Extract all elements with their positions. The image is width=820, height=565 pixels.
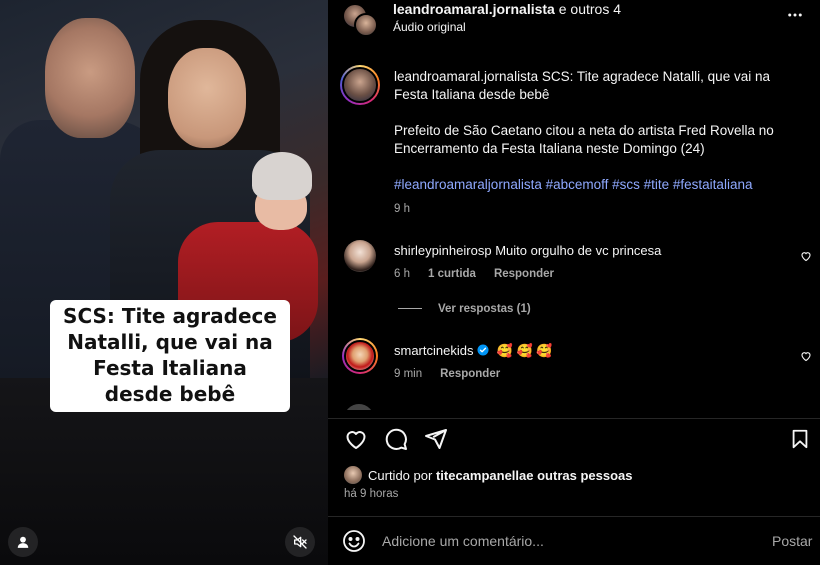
comment-username[interactable]: smartcinekids <box>394 343 473 358</box>
heart-icon[interactable] <box>344 427 368 451</box>
comment-time: 9 min <box>394 368 423 380</box>
reply-button[interactable]: Responder <box>494 268 554 280</box>
save-bookmark-icon[interactable] <box>789 427 811 451</box>
view-replies-label[interactable]: Ver respostas (1) <box>438 303 531 315</box>
speaker-muted-icon <box>293 535 307 549</box>
liked-others[interactable]: e outras pessoas <box>526 468 632 483</box>
comment-text: Muito orgulho de vc princesa <box>495 243 662 258</box>
post-comment-button[interactable]: Postar <box>772 533 812 549</box>
commenter-avatar[interactable] <box>342 338 378 374</box>
user-icon <box>17 536 29 548</box>
liked-by[interactable]: Curtido por titecampanella e outras pess… <box>344 466 632 484</box>
comment-input[interactable] <box>382 530 742 552</box>
post-timestamp: há 9 horas <box>344 488 399 500</box>
more-options-button[interactable] <box>786 6 804 29</box>
reel-media[interactable]: SCS: Tite agradece Natalli, que vai na F… <box>0 0 328 565</box>
liked-prefix: Curtido por <box>368 467 433 483</box>
tagged-users-button[interactable] <box>8 527 38 557</box>
commenter-avatar[interactable] <box>344 240 376 272</box>
action-bar <box>328 418 820 458</box>
post-caption: leandroamaral.jornalista SCS: Tite agrad… <box>394 68 794 218</box>
original-audio-link[interactable]: Áudio original <box>393 20 466 34</box>
post-username[interactable]: leandroamaral.jornalista <box>394 69 538 84</box>
comment-icon[interactable] <box>384 427 408 451</box>
comment-composer: Postar <box>328 516 820 565</box>
post-header: leandroamaral.jornalista e outros 4 Áudi… <box>328 0 820 50</box>
more-horizontal-icon <box>788 13 802 17</box>
comment-username[interactable]: shirleypinheirosp <box>394 243 492 258</box>
emoji-icon[interactable] <box>342 529 366 553</box>
header-username[interactable]: leandroamaral.jornalista <box>393 1 555 17</box>
header-authors[interactable]: leandroamaral.jornalista e outros 4 <box>393 1 621 17</box>
liked-user[interactable]: titecampanella <box>436 468 526 483</box>
replies-divider <box>398 308 422 310</box>
view-replies-button[interactable]: Ver respostas (1) <box>398 303 531 315</box>
share-icon[interactable] <box>424 427 448 451</box>
post-author-avatar[interactable] <box>340 65 380 105</box>
media-caption: SCS: Tite agradece Natalli, que vai na F… <box>50 300 290 412</box>
comment-likes[interactable]: 1 curtida <box>428 268 476 280</box>
comment-text: 🥰 🥰 🥰 <box>496 343 553 358</box>
avatar <box>354 13 378 37</box>
commenter-avatar[interactable] <box>344 404 374 410</box>
post-details-panel: leandroamaral.jornalista e outros 4 Áudi… <box>328 0 820 565</box>
verified-badge-icon <box>477 344 489 356</box>
liker-avatar <box>344 466 362 484</box>
post-body: Prefeito de São Caetano citou a neta do … <box>394 123 774 156</box>
comment-like-heart-icon[interactable] <box>800 350 812 362</box>
reply-button[interactable]: Responder <box>440 368 500 380</box>
comment-like-heart-icon[interactable] <box>800 250 812 262</box>
comments-section[interactable]: leandroamaral.jornalista SCS: Tite agrad… <box>328 50 820 410</box>
header-others[interactable]: e outros 4 <box>555 1 621 17</box>
collab-avatars[interactable] <box>342 3 378 37</box>
comment-time: 6 h <box>394 268 410 280</box>
post-time: 9 h <box>394 203 410 215</box>
mute-button[interactable] <box>285 527 315 557</box>
post-hashtags[interactable]: #leandroamaraljornalista #abcemoff #scs … <box>394 176 794 194</box>
